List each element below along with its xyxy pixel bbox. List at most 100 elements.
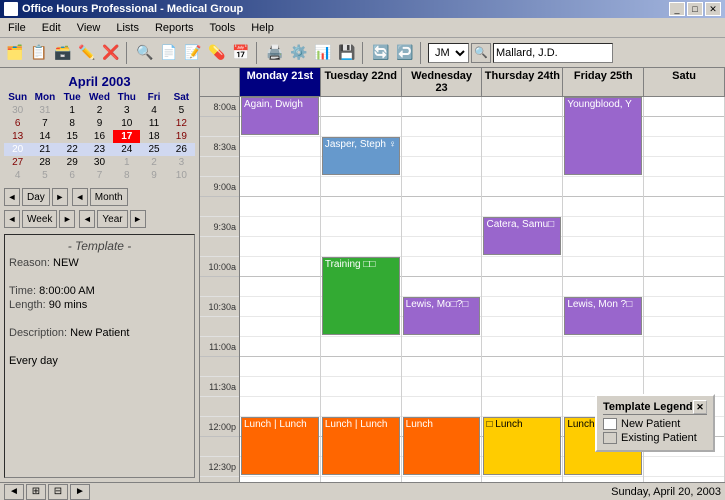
cal-header-wed[interactable]: Wednesday 23	[402, 68, 483, 96]
toolbar-btn-11[interactable]: 🖨️	[264, 42, 286, 64]
cal-cell[interactable]	[563, 197, 643, 217]
week-prev-button[interactable]: ◄	[4, 210, 20, 228]
cal-header-mon[interactable]: Monday 21st	[240, 68, 321, 96]
cal-cell[interactable]	[240, 297, 320, 317]
cal-header-fri[interactable]: Friday 25th	[563, 68, 644, 96]
cal-cell[interactable]	[321, 117, 401, 137]
month-button[interactable]: Month	[90, 188, 128, 206]
appointment[interactable]: □ Lunch	[483, 417, 561, 475]
toolbar-btn-16[interactable]: ↩️	[394, 42, 416, 64]
cal-cell[interactable]	[482, 297, 562, 317]
mini-cal-day[interactable]: 14	[31, 130, 58, 143]
cal-cell[interactable]	[563, 277, 643, 297]
mini-cal-day[interactable]: 2	[140, 156, 167, 169]
cal-cell[interactable]	[644, 137, 724, 157]
cal-cell[interactable]	[482, 337, 562, 357]
status-btn-3[interactable]: ⊟	[48, 484, 68, 500]
cal-cell[interactable]	[644, 157, 724, 177]
mini-cal-day[interactable]: 30	[86, 156, 113, 169]
provider-search-button[interactable]: 🔍	[471, 43, 491, 63]
mini-cal-day[interactable]: 16	[86, 130, 113, 143]
cal-cell[interactable]	[402, 177, 482, 197]
appointment[interactable]: Lunch	[403, 417, 481, 475]
mini-cal-day[interactable]: 31	[31, 104, 58, 117]
cal-cell[interactable]	[644, 257, 724, 277]
mini-cal-day[interactable]: 9	[86, 117, 113, 130]
cal-cell[interactable]	[240, 137, 320, 157]
cal-cell[interactable]	[240, 237, 320, 257]
cal-cell[interactable]	[644, 217, 724, 237]
cal-cell[interactable]	[402, 137, 482, 157]
mini-cal-day[interactable]: 10	[168, 169, 195, 182]
cal-cell[interactable]	[482, 97, 562, 117]
toolbar-btn-7[interactable]: 📄	[158, 42, 180, 64]
year-button[interactable]: Year	[97, 210, 127, 228]
toolbar-btn-3[interactable]: 🗃️	[52, 42, 74, 64]
cal-cell[interactable]	[321, 177, 401, 197]
cal-cell[interactable]	[563, 177, 643, 197]
toolbar-btn-12[interactable]: ⚙️	[288, 42, 310, 64]
cal-cell[interactable]	[240, 177, 320, 197]
appointment[interactable]: Jasper, Steph ♀	[322, 137, 400, 175]
week-button[interactable]: Week	[22, 210, 57, 228]
menu-tools[interactable]: Tools	[206, 21, 240, 35]
mini-cal-day[interactable]: 5	[31, 169, 58, 182]
cal-cell[interactable]	[563, 257, 643, 277]
cal-cell[interactable]	[644, 117, 724, 137]
mini-cal-day[interactable]: 1	[59, 104, 86, 117]
cal-cell[interactable]	[402, 117, 482, 137]
cal-cell[interactable]	[644, 177, 724, 197]
cal-cell[interactable]	[402, 337, 482, 357]
cal-cell[interactable]	[321, 397, 401, 417]
appointment[interactable]: Lunch | Lunch	[241, 417, 319, 475]
menu-edit[interactable]: Edit	[38, 21, 65, 35]
mini-cal-day[interactable]: 4	[140, 104, 167, 117]
cal-cell[interactable]	[644, 337, 724, 357]
mini-cal-day[interactable]: 8	[59, 117, 86, 130]
cal-cell[interactable]	[563, 217, 643, 237]
cal-cell[interactable]	[482, 357, 562, 377]
window-controls[interactable]: _ □ ✕	[669, 2, 721, 16]
cal-cell[interactable]	[240, 337, 320, 357]
mini-cal-day[interactable]: 15	[59, 130, 86, 143]
year-prev-button[interactable]: ◄	[79, 210, 95, 228]
legend-close-button[interactable]: ✕	[693, 400, 707, 414]
cal-cell[interactable]	[482, 277, 562, 297]
toolbar-btn-9[interactable]: 💊	[206, 42, 228, 64]
cal-cell[interactable]	[482, 197, 562, 217]
mini-cal-day[interactable]: 10	[113, 117, 140, 130]
toolbar-btn-10[interactable]: 📅	[230, 42, 252, 64]
menu-lists[interactable]: Lists	[112, 21, 143, 35]
cal-cell[interactable]	[402, 257, 482, 277]
cal-cell[interactable]	[482, 137, 562, 157]
cal-cell[interactable]	[482, 157, 562, 177]
mini-cal-day[interactable]: 2	[86, 104, 113, 117]
cal-cell[interactable]	[644, 237, 724, 257]
cal-cell[interactable]	[321, 237, 401, 257]
cal-cell[interactable]	[240, 157, 320, 177]
mini-cal-day[interactable]: 7	[86, 169, 113, 182]
cal-cell[interactable]	[321, 217, 401, 237]
cal-cell[interactable]	[402, 197, 482, 217]
menu-reports[interactable]: Reports	[151, 21, 198, 35]
mini-cal-day[interactable]: 12	[168, 117, 195, 130]
cal-cell[interactable]	[644, 297, 724, 317]
menu-help[interactable]: Help	[247, 21, 278, 35]
appointment[interactable]: Lewis, Mo□?□	[403, 297, 481, 335]
cal-cell[interactable]	[240, 197, 320, 217]
cal-cell[interactable]	[321, 357, 401, 377]
toolbar-btn-13[interactable]: 📊	[312, 42, 334, 64]
mini-cal-day[interactable]: 3	[113, 104, 140, 117]
mini-cal-day[interactable]: 21	[31, 143, 58, 156]
cal-cell[interactable]	[644, 317, 724, 337]
status-btn-2[interactable]: ⊞	[26, 484, 46, 500]
menu-view[interactable]: View	[73, 21, 105, 35]
mini-cal-day[interactable]: 26	[168, 143, 195, 156]
mini-cal-day[interactable]: 3	[168, 156, 195, 169]
menu-file[interactable]: File	[4, 21, 30, 35]
cal-cell[interactable]	[402, 357, 482, 377]
cal-cell[interactable]	[240, 397, 320, 417]
mini-cal-day[interactable]: 27	[4, 156, 31, 169]
mini-cal-day[interactable]: 7	[31, 117, 58, 130]
provider-combo[interactable]: JM	[428, 43, 469, 63]
